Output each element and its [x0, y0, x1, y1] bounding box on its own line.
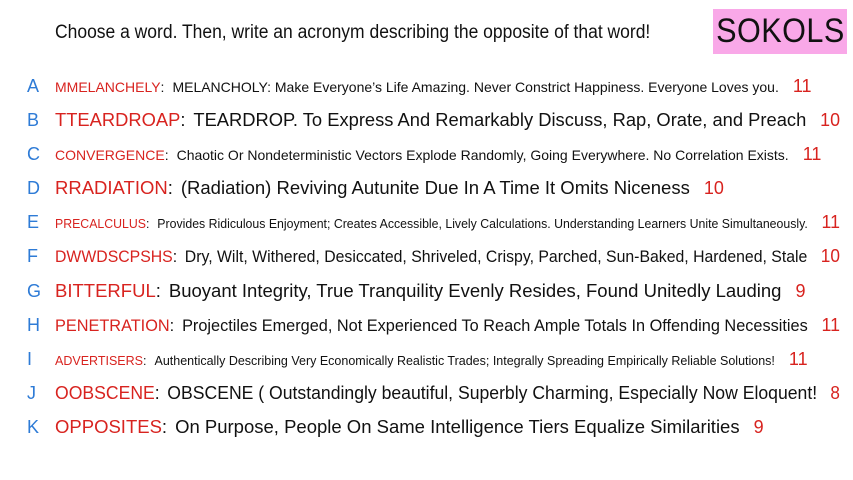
entry-row: I ADVERTISERS: Authentically Describing …: [0, 342, 853, 376]
entry-colon: :: [169, 316, 175, 335]
entry-colon: :: [154, 382, 160, 403]
entry-word: DWWDSCPSHS: [55, 247, 173, 266]
entry-letter: C: [27, 143, 40, 164]
entry-colon: :: [143, 353, 147, 368]
entry-content: BITTERFUL: Buoyant Integrity, True Tranq…: [55, 280, 805, 302]
entry-score: 10: [820, 245, 840, 266]
entry-score: 11: [821, 314, 840, 335]
entry-colon: :: [160, 78, 165, 95]
entry-content: OOBSCENE: OBSCENE ( Outstandingly beauti…: [55, 382, 840, 404]
entry-content: MMELANCHELY: MELANCHOLY: Make Everyone’s…: [55, 76, 812, 97]
entry-content: PRECALCULUS: Provides Ridiculous Enjoyme…: [55, 212, 840, 233]
entry-row: G BITTERFUL: Buoyant Integrity, True Tra…: [0, 274, 853, 308]
entry-answer: Projectiles Emerged, Not Experienced To …: [182, 316, 808, 335]
entry-content: OPPOSITES: On Purpose, People On Same In…: [55, 416, 764, 438]
entry-score: 9: [753, 417, 764, 437]
entry-row: D RRADIATION: (Radiation) Reviving Autun…: [0, 171, 853, 205]
entry-letter: D: [27, 177, 40, 198]
entry-answer: (Radiation) Reviving Autunite Due In A T…: [180, 177, 690, 198]
entry-word: PENETRATION: [55, 316, 170, 335]
entry-colon: :: [145, 216, 150, 231]
entry-row: C CONVERGENCE: Chaotic Or Nondeterminist…: [0, 137, 853, 171]
entry-letter: E: [27, 211, 40, 232]
team-badge-label: SOKOLS: [715, 12, 845, 50]
team-badge: SOKOLS: [713, 9, 847, 54]
entry-word: BITTERFUL: [55, 280, 156, 301]
entry-row: B TTEARDROAP: TEARDROP. To Express And R…: [0, 103, 853, 137]
entry-word: OPPOSITES: [55, 416, 162, 437]
entry-answer: Provides Ridiculous Enjoyment; Creates A…: [157, 216, 808, 231]
entry-answer: MELANCHOLY: Make Everyone’s Life Amazing…: [172, 78, 779, 95]
entry-colon: :: [164, 146, 169, 163]
entry-content: TTEARDROAP: TEARDROP. To Express And Rem…: [55, 109, 840, 131]
entry-content: RRADIATION: (Radiation) Reviving Autunit…: [55, 177, 724, 199]
entry-score: 11: [792, 75, 812, 96]
entry-word: OOBSCENE: [55, 382, 155, 403]
entry-content: PENETRATION: Projectiles Emerged, Not Ex…: [55, 315, 840, 336]
entry-word: TTEARDROAP: [55, 109, 181, 130]
entry-answer: Authentically Describing Very Economical…: [154, 353, 775, 368]
entry-score: 8: [830, 383, 840, 403]
entry-score: 11: [802, 143, 822, 164]
entry-letter: B: [27, 109, 40, 130]
entry-answer: OBSCENE ( Outstandingly beautiful, Super…: [167, 382, 818, 403]
entry-letter: J: [27, 382, 36, 403]
entry-word: PRECALCULUS: [55, 216, 146, 231]
entry-letter: G: [27, 280, 42, 301]
entry-colon: :: [167, 177, 173, 198]
entry-word: CONVERGENCE: [55, 146, 165, 163]
entry-score: 11: [821, 211, 840, 232]
entry-colon: :: [155, 280, 161, 301]
entry-colon: :: [180, 109, 186, 130]
entry-answer: Dry, Wilt, Withered, Desiccated, Shrivel…: [184, 247, 808, 266]
entry-letter: F: [27, 245, 38, 266]
entry-row: H PENETRATION: Projectiles Emerged, Not …: [0, 308, 853, 342]
entry-letter: H: [27, 314, 40, 335]
entry-row: J OOBSCENE: OBSCENE ( Outstandingly beau…: [0, 376, 853, 410]
entry-letter: A: [27, 75, 40, 96]
entry-answer: TEARDROP. To Express And Remarkably Disc…: [193, 109, 807, 130]
prompt-heading: Choose a word. Then, write an acronym de…: [55, 22, 651, 43]
entry-score: 10: [820, 110, 841, 130]
entry-colon: :: [172, 247, 178, 266]
entry-content: ADVERTISERS: Authentically Describing Ve…: [55, 349, 808, 370]
entry-row: K OPPOSITES: On Purpose, People On Same …: [0, 410, 853, 444]
entry-row: F DWWDSCPSHS: Dry, Wilt, Withered, Desic…: [0, 239, 853, 273]
entry-colon: :: [161, 416, 168, 437]
entry-score: 11: [788, 348, 808, 369]
entry-answer: On Purpose, People On Same Intelligence …: [175, 416, 740, 437]
entry-answer: Buoyant Integrity, True Tranquility Even…: [168, 280, 782, 301]
entry-score: 10: [703, 178, 724, 198]
entry-word: RRADIATION: [55, 177, 168, 198]
entry-score: 9: [795, 281, 806, 301]
entry-row: E PRECALCULUS: Provides Ridiculous Enjoy…: [0, 205, 853, 239]
entry-content: DWWDSCPSHS: Dry, Wilt, Withered, Desicca…: [55, 246, 840, 267]
entry-word: MMELANCHELY: [55, 78, 161, 95]
entry-row: A MMELANCHELY: MELANCHOLY: Make Everyone…: [0, 69, 853, 103]
entry-answer: Chaotic Or Nondeterministic Vectors Expl…: [176, 146, 789, 163]
entry-content: CONVERGENCE: Chaotic Or Nondeterministic…: [55, 144, 821, 165]
entry-letter: I: [27, 348, 33, 369]
entry-letter: K: [27, 416, 40, 437]
entry-word: ADVERTISERS: [55, 353, 143, 368]
